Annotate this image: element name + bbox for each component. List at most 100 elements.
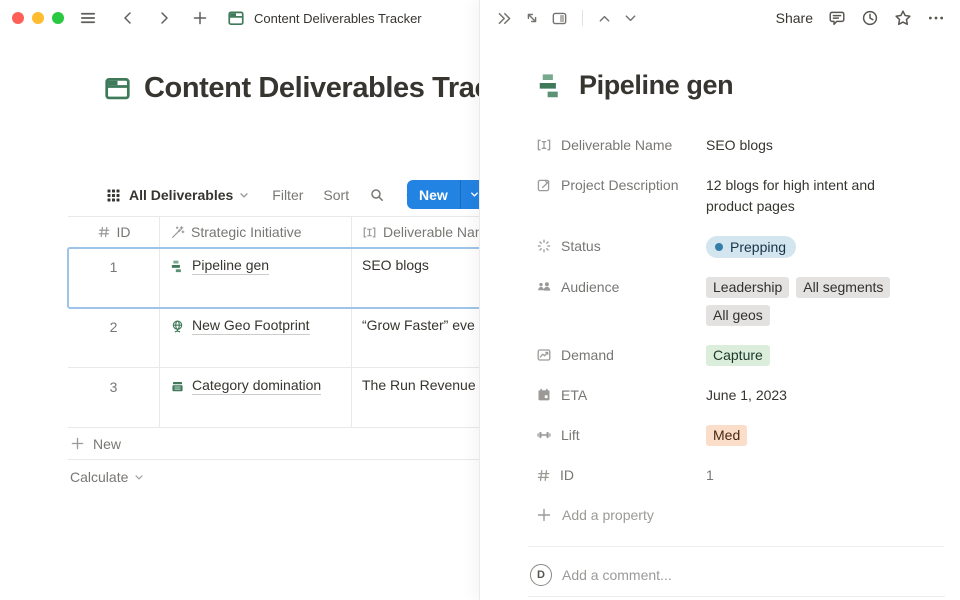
add-property-button[interactable]: Add a property [536,507,944,523]
table-view-icon[interactable] [106,188,121,203]
property-value[interactable]: June 1, 2023 [706,385,787,406]
peek-body: Pipeline gen Deliverable Name SEO blogs … [480,36,960,586]
property-value[interactable]: 1 [706,465,714,486]
status-icon [536,238,552,254]
new-tab-icon[interactable] [188,6,212,30]
database-page-icon [224,6,248,30]
property-row-audience: Audience Leadership All segments All geo… [536,277,944,345]
property-value[interactable]: Capture [706,345,770,366]
tag[interactable]: All segments [796,277,890,298]
property-label-text: ETA [561,385,587,405]
sidebar-toggle-icon[interactable] [76,6,100,30]
share-button[interactable]: Share [776,10,813,26]
property-value[interactable]: Prepping [706,236,796,258]
status-text: Prepping [730,237,786,258]
calendar-icon [536,387,552,403]
side-peek-icon[interactable] [551,10,568,27]
tag[interactable]: Med [706,425,747,446]
peek-bottom-divider [528,596,945,597]
cell-strategic-initiative[interactable]: Category domination [160,368,352,427]
plus-icon [536,507,552,523]
expand-page-icon[interactable] [524,10,540,26]
trend-chart-icon [536,347,552,363]
column-header-strategic-initiative[interactable]: Strategic Initiative [160,217,352,247]
view-selector[interactable]: All Deliverables [121,187,250,203]
title-property-icon [536,137,552,153]
property-label[interactable]: Audience [536,277,706,297]
comments-icon[interactable] [828,9,846,27]
link-text: Pipeline gen [192,257,269,275]
bar-chart-icon [170,259,185,274]
property-label-text: Demand [561,345,614,365]
comment-divider [528,546,944,547]
zoom-window-button[interactable] [52,12,64,24]
close-peek-icon[interactable] [496,10,513,27]
property-row-project-description: Project Description 12 blogs for high in… [536,175,944,236]
add-property-label: Add a property [562,507,654,523]
cell-id[interactable]: 3 [68,368,160,427]
tag[interactable]: Leadership [706,277,789,298]
property-label[interactable]: ETA [536,385,706,405]
property-label[interactable]: Project Description [536,175,706,195]
comment-input[interactable]: D Add a comment... [530,564,944,586]
page-title[interactable]: Content Deliverables Tracker [144,72,533,105]
previous-record-icon[interactable] [597,11,612,26]
link-text: Category domination [192,377,321,395]
status-pill[interactable]: Prepping [706,236,796,258]
cell-strategic-initiative[interactable]: Pipeline gen [160,248,352,307]
favorite-star-icon[interactable] [894,9,912,27]
column-header-id[interactable]: ID [68,217,160,247]
chevron-down-icon [133,471,145,483]
cell-id[interactable]: 1 [68,248,160,307]
property-label[interactable]: Lift [536,425,706,445]
tag[interactable]: All geos [706,305,770,326]
search-icon[interactable] [369,187,385,203]
property-label[interactable]: Status [536,236,706,256]
close-window-button[interactable] [12,12,24,24]
forward-icon[interactable] [152,6,176,30]
property-value[interactable]: 12 blogs for high intent and product pag… [706,175,901,217]
new-record-button[interactable]: New [407,180,488,209]
property-value[interactable]: SEO blogs [706,135,773,156]
comment-placeholder: Add a comment... [562,567,672,583]
minimize-window-button[interactable] [32,12,44,24]
new-row-label: New [93,436,121,452]
peek-topbar: Share [480,0,960,36]
record-title[interactable]: Pipeline gen [579,70,733,101]
cell-strategic-initiative[interactable]: New Geo Footprint [160,308,352,367]
property-row-lift: Lift Med [536,425,944,465]
property-label[interactable]: ID [536,465,706,485]
new-record-label: New [407,180,460,209]
next-record-icon[interactable] [623,11,638,26]
breadcrumb-page-title: Content Deliverables Tracker [254,11,422,26]
property-row-deliverable-name: Deliverable Name SEO blogs [536,135,944,175]
property-label-text: Status [561,236,601,256]
tag[interactable]: Capture [706,345,770,366]
cell-id[interactable]: 2 [68,308,160,367]
more-options-icon[interactable] [927,9,945,27]
sort-button[interactable]: Sort [323,187,349,203]
filter-button[interactable]: Filter [272,187,303,203]
property-value[interactable]: Leadership All segments All geos [706,277,931,326]
history-icon[interactable] [861,9,879,27]
back-icon[interactable] [116,6,140,30]
property-value[interactable]: Med [706,425,747,446]
property-label[interactable]: Demand [536,345,706,365]
column-label: ID [117,224,131,240]
property-label-text: ID [560,465,574,485]
column-label: Deliverable Name [383,224,494,240]
relation-link[interactable]: Pipeline gen [170,257,269,275]
view-toolbar: All Deliverables Filter Sort New [106,180,421,210]
dumbbell-icon [536,427,552,443]
view-name: All Deliverables [129,187,233,203]
bar-chart-icon [536,71,566,101]
relation-link[interactable]: Category domination [170,377,321,395]
column-label: Strategic Initiative [191,224,302,240]
window-controls [12,12,64,24]
property-row-demand: Demand Capture [536,345,944,385]
hash-icon [536,468,551,483]
property-label[interactable]: Deliverable Name [536,135,706,155]
property-row-status: Status Prepping [536,236,944,277]
property-row-id: ID 1 [536,465,944,505]
relation-link[interactable]: New Geo Footprint [170,317,310,335]
